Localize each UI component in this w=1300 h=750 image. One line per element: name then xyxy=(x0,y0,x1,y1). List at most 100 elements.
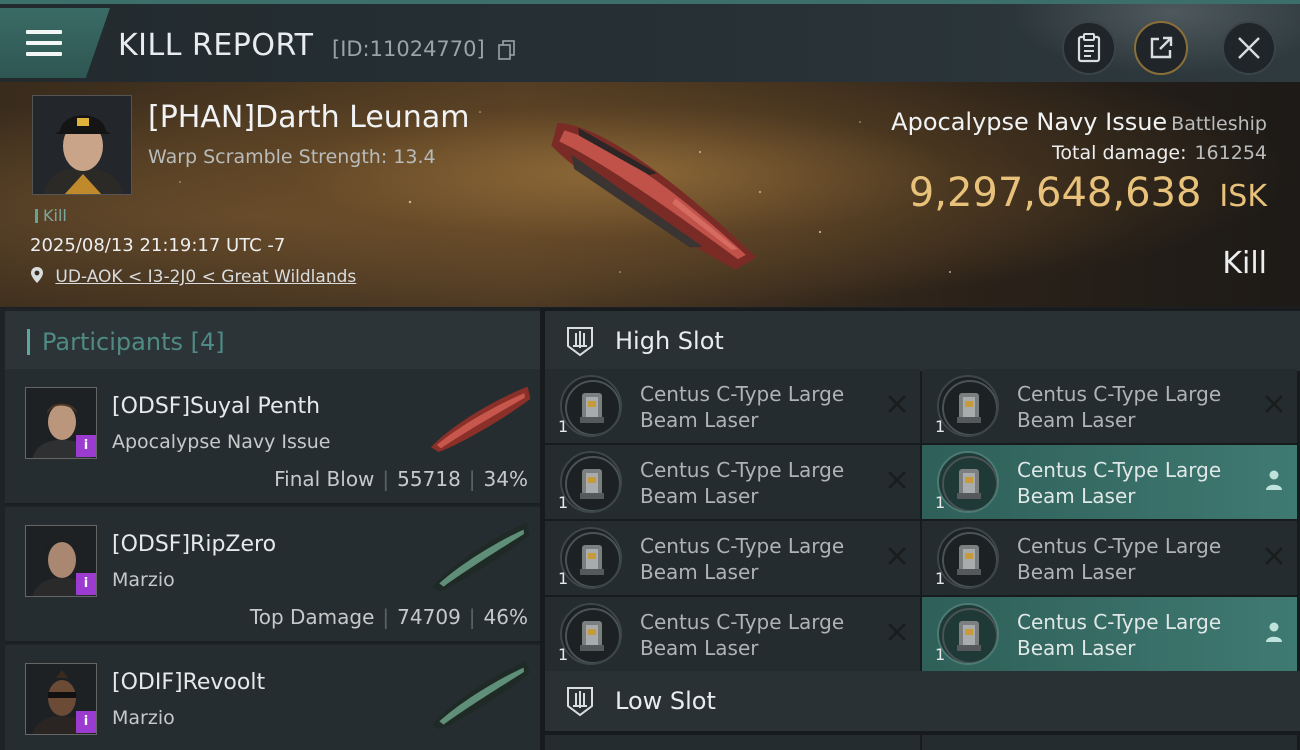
participant-name[interactable]: [ODIF]Revoolt xyxy=(112,670,265,695)
high-slot-module[interactable]: 1 Centus C-Type Large Beam Laser xyxy=(922,521,1297,595)
participant-name[interactable]: [ODSF]RipZero xyxy=(112,532,276,557)
high-slot-header: High Slot xyxy=(545,311,1300,371)
beam-laser-icon xyxy=(937,527,999,589)
victim-ship: Apocalypse Navy Issue Battleship xyxy=(891,108,1267,136)
page-title: KILL REPORT xyxy=(118,28,314,63)
participant-percent: 34% xyxy=(483,467,528,491)
share-button[interactable] xyxy=(1134,21,1188,75)
module-name: Centus C-Type Large Beam Laser xyxy=(1017,534,1222,584)
total-damage: Total damage: 161254 xyxy=(1052,142,1267,164)
participant-stats: Final Blow | 55718 | 34% xyxy=(274,467,528,491)
module-name: Centus C-Type Large Beam Laser xyxy=(1017,458,1222,508)
high-slot-icon xyxy=(567,327,593,357)
kill-location[interactable]: UD-AOK < I3-2J0 < Great Wildlands xyxy=(30,266,356,287)
low-slot-module[interactable] xyxy=(545,735,920,750)
beam-laser-icon xyxy=(560,375,622,437)
module-name: Centus C-Type Large Beam Laser xyxy=(1017,610,1222,660)
participants-title: Participants [4] xyxy=(42,328,225,356)
participant-role: Top Damage xyxy=(249,605,375,629)
warp-scramble-strength: Warp Scramble Strength: 13.4 xyxy=(148,146,436,168)
participant-ship: Marzio xyxy=(112,569,175,591)
dropped-person-icon xyxy=(1266,622,1282,642)
isk-value: 9,297,648,638 ISK xyxy=(909,170,1267,216)
module-quantity: 1 xyxy=(935,645,946,664)
kill-result: Kill xyxy=(1222,246,1267,281)
victim-avatar[interactable] xyxy=(32,95,132,195)
copy-icon[interactable] xyxy=(498,40,516,60)
beam-laser-icon xyxy=(937,451,999,513)
kill-timestamp: 2025/08/13 21:19:17 UTC -7 xyxy=(30,235,286,256)
participant-ship-image xyxy=(431,523,530,592)
high-slot-module[interactable]: 1 Centus C-Type Large Beam Laser xyxy=(545,369,920,443)
participant-ship: Marzio xyxy=(112,707,175,729)
menu-button[interactable] xyxy=(0,8,110,78)
low-slot-icon xyxy=(567,687,593,717)
victim-header: [PHAN]Darth Leunam Warp Scramble Strengt… xyxy=(0,82,1300,307)
module-quantity: 1 xyxy=(558,569,569,588)
high-slot-module[interactable]: 1 Centus C-Type Large Beam Laser xyxy=(922,445,1297,519)
participants-panel: Participants [4] i [ODSF]Suyal Penth Apo… xyxy=(0,308,540,750)
destroyed-x-icon xyxy=(888,547,906,565)
low-slot-title: Low Slot xyxy=(615,687,716,715)
participant-badge: i xyxy=(76,435,96,457)
participants-header: Participants [4] xyxy=(5,311,540,373)
clipboard-icon xyxy=(1077,33,1101,63)
destroyed-x-icon xyxy=(1265,395,1283,413)
destroyed-x-icon xyxy=(888,623,906,641)
victim-ship-class: Battleship xyxy=(1171,113,1267,135)
participant-badge: i xyxy=(76,573,96,595)
fitting-panel: High Slot 1 Centus C-Type Large Beam Lase… xyxy=(540,308,1300,750)
kill-type-tag: Kill xyxy=(35,206,67,225)
participant-name[interactable]: [ODSF]Suyal Penth xyxy=(112,394,320,419)
participant-row[interactable]: i [ODSF]RipZero Marzio Top Damage | 74709 |… xyxy=(5,507,540,643)
beam-laser-icon xyxy=(560,603,622,665)
share-icon xyxy=(1150,36,1173,59)
module-name: Centus C-Type Large Beam Laser xyxy=(640,458,845,508)
destroyed-x-icon xyxy=(888,395,906,413)
top-bar: KILL REPORT [ID:11024770] xyxy=(0,0,1300,86)
total-damage-value: 161254 xyxy=(1194,142,1267,164)
beam-laser-icon xyxy=(937,603,999,665)
participant-damage: 55718 xyxy=(397,467,461,491)
hamburger-icon xyxy=(26,30,62,60)
participant-row[interactable]: i [ODSF]Suyal Penth Apocalypse Navy Issu… xyxy=(5,369,540,505)
destroyed-x-icon xyxy=(1265,547,1283,565)
total-damage-label: Total damage: xyxy=(1052,142,1187,164)
isk-amount: 9,297,648,638 xyxy=(908,170,1202,216)
module-quantity: 1 xyxy=(935,569,946,588)
beam-laser-icon xyxy=(560,451,622,513)
module-quantity: 1 xyxy=(935,493,946,512)
module-quantity: 1 xyxy=(558,645,569,664)
module-name: Centus C-Type Large Beam Laser xyxy=(640,610,845,660)
beam-laser-icon xyxy=(560,527,622,589)
kill-id: [ID:11024770] xyxy=(332,37,485,61)
clipboard-button[interactable] xyxy=(1062,21,1116,75)
participant-damage: 74709 xyxy=(397,605,461,629)
module-quantity: 1 xyxy=(558,417,569,436)
module-quantity: 1 xyxy=(935,417,946,436)
module-name: Centus C-Type Large Beam Laser xyxy=(640,382,845,432)
low-slot-module[interactable] xyxy=(922,735,1297,750)
participant-percent: 46% xyxy=(483,605,528,629)
close-button[interactable] xyxy=(1222,21,1276,75)
pilot-portrait-icon xyxy=(33,96,131,194)
high-slot-module[interactable]: 1 Centus C-Type Large Beam Laser xyxy=(545,597,920,671)
participant-badge: i xyxy=(76,711,96,733)
high-slot-title: High Slot xyxy=(615,327,724,355)
participant-ship-image xyxy=(431,386,531,453)
beam-laser-icon xyxy=(937,375,999,437)
destroyed-x-icon xyxy=(888,471,906,489)
participant-ship: Apocalypse Navy Issue xyxy=(112,431,331,453)
high-slot-module[interactable]: 1 Centus C-Type Large Beam Laser xyxy=(545,445,920,519)
high-slot-module[interactable]: 1 Centus C-Type Large Beam Laser xyxy=(922,597,1297,671)
high-slot-module[interactable]: 1 Centus C-Type Large Beam Laser xyxy=(922,369,1297,443)
participant-stats: Top Damage | 74709 | 46% xyxy=(249,605,528,629)
victim-ship-name[interactable]: Apocalypse Navy Issue xyxy=(891,108,1167,136)
participant-role: Final Blow xyxy=(274,467,375,491)
participant-row[interactable]: i [ODIF]Revoolt Marzio xyxy=(5,645,540,750)
victim-name[interactable]: [PHAN]Darth Leunam xyxy=(148,100,469,135)
location-link[interactable]: UD-AOK < I3-2J0 < Great Wildlands xyxy=(55,267,356,287)
high-slot-module[interactable]: 1 Centus C-Type Large Beam Laser xyxy=(545,521,920,595)
module-quantity: 1 xyxy=(558,493,569,512)
dropped-person-icon xyxy=(1266,470,1282,490)
